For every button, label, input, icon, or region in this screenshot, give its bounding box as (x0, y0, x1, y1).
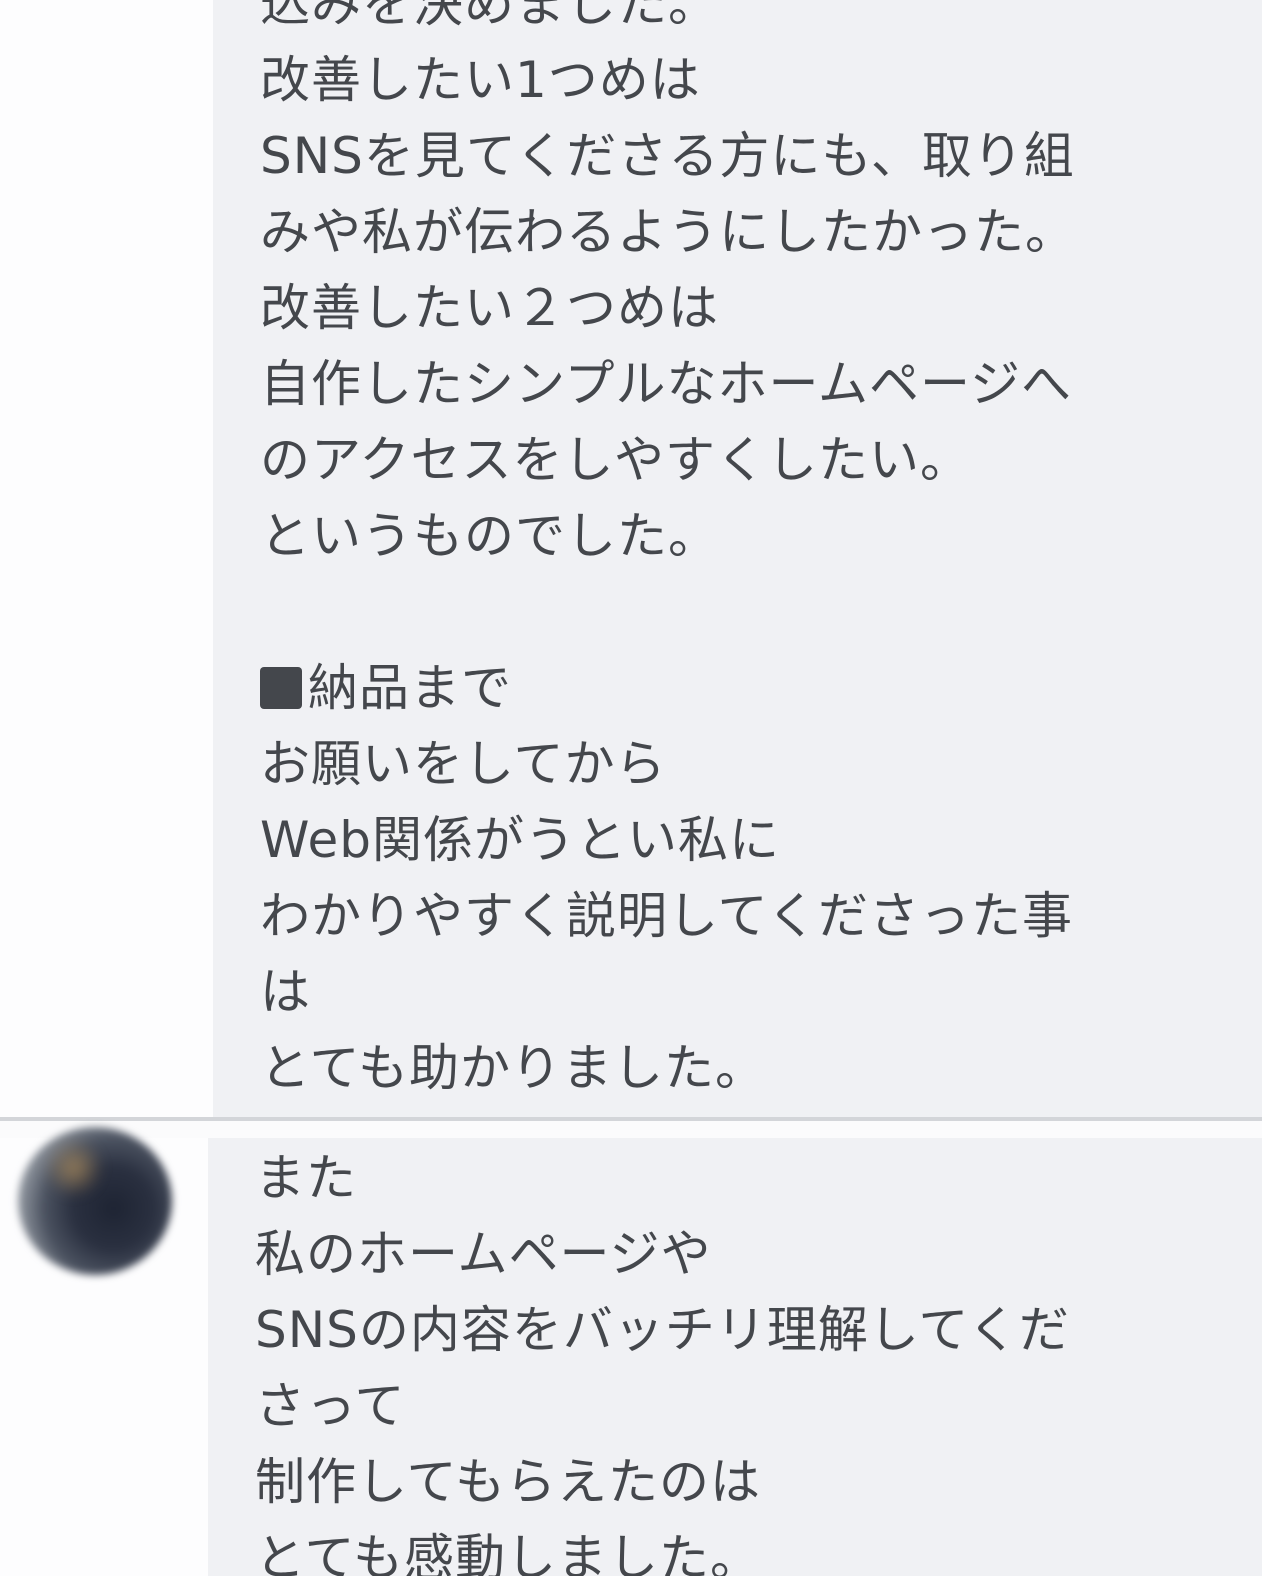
message-line: 私のホームページや (255, 1225, 712, 1283)
message-line: 込みを決めました。 (260, 0, 719, 33)
message-line: SNSを見てくださる方にも、取り組 (260, 127, 1075, 185)
square-bullet-icon (260, 667, 302, 709)
message-line: みや私が伝わるようにしたかった。 (260, 203, 1076, 261)
message-line: Web関係がうとい私に (260, 811, 781, 869)
message-bubble-2: また 私のホームページや SNSの内容をバッチリ理解してくだ さって 制作しても… (208, 1138, 1262, 1576)
divider-gap (0, 1121, 1262, 1138)
blank-line (260, 574, 1076, 650)
message-line: は (260, 963, 311, 1021)
avatar-highlight (44, 1138, 104, 1198)
message-line: とても助かりました。 (260, 1039, 766, 1097)
message-text: また 私のホームページや SNSの内容をバッチリ理解してくだ さって 制作しても… (255, 1140, 1070, 1576)
message-line: お願いをしてから (260, 735, 667, 793)
message-line: とても感動しました。 (255, 1529, 761, 1576)
section-heading-text: 納品まで (308, 659, 512, 717)
message-line: 改善したい1つめは (260, 51, 701, 109)
message-line: さって (255, 1377, 406, 1435)
message-bubble-1: 込みを決めました。 改善したい1つめは SNSを見てくださる方にも、取り組 みや… (213, 0, 1262, 1117)
message-line: SNSの内容をバッチリ理解してくだ (255, 1301, 1070, 1359)
section-heading: 納品まで (260, 650, 1076, 726)
message-line: 自作したシンプルなホームページへ (260, 355, 1072, 413)
message-line: 制作してもらえたのは (255, 1453, 761, 1511)
message-line: わかりやすく説明してくださった事 (260, 887, 1073, 945)
message-line: のアクセスをしやすくしたい。 (260, 431, 971, 489)
message-line: また (255, 1149, 357, 1207)
message-line: というものでした。 (260, 507, 719, 565)
message-line: 改善したい２つめは (260, 279, 719, 337)
message-text: 込みを決めました。 改善したい1つめは SNSを見てくださる方にも、取り組 みや… (260, 0, 1076, 1106)
